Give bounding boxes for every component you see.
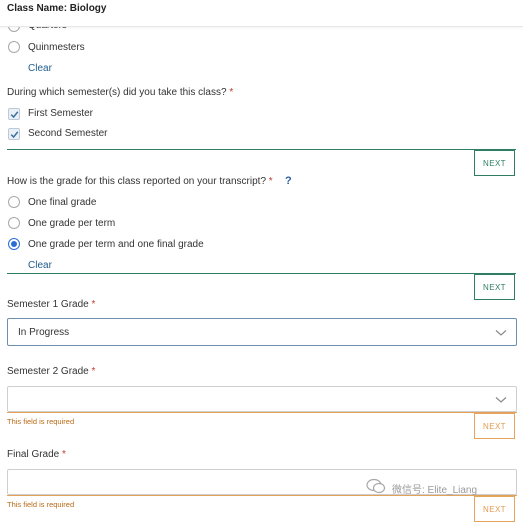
semester-question: During which semester(s) did you take th… <box>7 87 233 98</box>
grade-question-text: How is the grade for this class reported… <box>7 176 267 187</box>
required-mark: * <box>229 87 234 98</box>
option-label-grade-per-term-and-final: One grade per term and one final grade <box>28 239 204 250</box>
required-mark: * <box>91 366 96 377</box>
final-grade-error-message: This field is required <box>7 500 75 509</box>
option-label-quinmesters: Quinmesters <box>28 42 85 53</box>
checkbox-second-semester[interactable] <box>8 128 20 140</box>
required-mark: * <box>91 299 96 310</box>
next-button-semester2[interactable]: NEXT <box>474 413 515 439</box>
required-mark: * <box>268 176 273 187</box>
section-divider <box>7 149 516 150</box>
semester1-grade-select[interactable]: In Progress <box>7 318 517 346</box>
option-label-one-final-grade: One final grade <box>28 197 97 208</box>
grade-question: How is the grade for this class reported… <box>7 176 273 187</box>
chevron-down-icon <box>495 397 507 403</box>
final-grade-label: Final Grade * <box>7 449 66 460</box>
semester2-grade-select[interactable] <box>7 386 517 412</box>
semester-question-text: During which semester(s) did you take th… <box>7 87 227 98</box>
option-label-second-semester: Second Semester <box>28 128 108 139</box>
semester2-error-message: This field is required <box>7 417 75 426</box>
watermark-text: 微信号: Elite_Liang <box>392 485 478 496</box>
next-button-grade-type[interactable]: NEXT <box>474 274 515 300</box>
section-divider <box>7 273 516 274</box>
option-label-first-semester: First Semester <box>28 108 94 119</box>
final-grade-label-text: Final Grade <box>7 449 60 460</box>
chevron-down-icon <box>495 330 507 336</box>
next-button-semesters[interactable]: NEXT <box>474 150 515 176</box>
wechat-icon <box>366 478 386 497</box>
term-clear-link[interactable]: Clear <box>28 63 52 74</box>
semester1-grade-label: Semester 1 Grade * <box>7 299 95 310</box>
radio-grade-per-term-and-final[interactable] <box>8 238 20 250</box>
check-icon <box>10 131 19 139</box>
class-name-title: Class Name: Biology <box>7 3 107 14</box>
option-label-one-grade-per-term: One grade per term <box>28 218 116 229</box>
semester1-grade-label-text: Semester 1 Grade <box>7 299 89 310</box>
semester2-grade-label: Semester 2 Grade * <box>7 366 95 377</box>
check-icon <box>10 111 19 119</box>
error-underline <box>7 412 517 413</box>
required-mark: * <box>62 449 66 460</box>
radio-quinmesters[interactable] <box>8 41 20 53</box>
grade-clear-link[interactable]: Clear <box>28 260 52 271</box>
header-bar: Class Name: Biology <box>0 0 523 27</box>
next-button-final-grade[interactable]: NEXT <box>474 496 515 522</box>
checkbox-first-semester[interactable] <box>8 108 20 120</box>
radio-one-final-grade[interactable] <box>8 196 20 208</box>
radio-one-grade-per-term[interactable] <box>8 217 20 229</box>
semester1-grade-value: In Progress <box>18 327 70 338</box>
help-question-icon[interactable]: ? <box>285 175 292 187</box>
semester2-grade-label-text: Semester 2 Grade <box>7 366 89 377</box>
